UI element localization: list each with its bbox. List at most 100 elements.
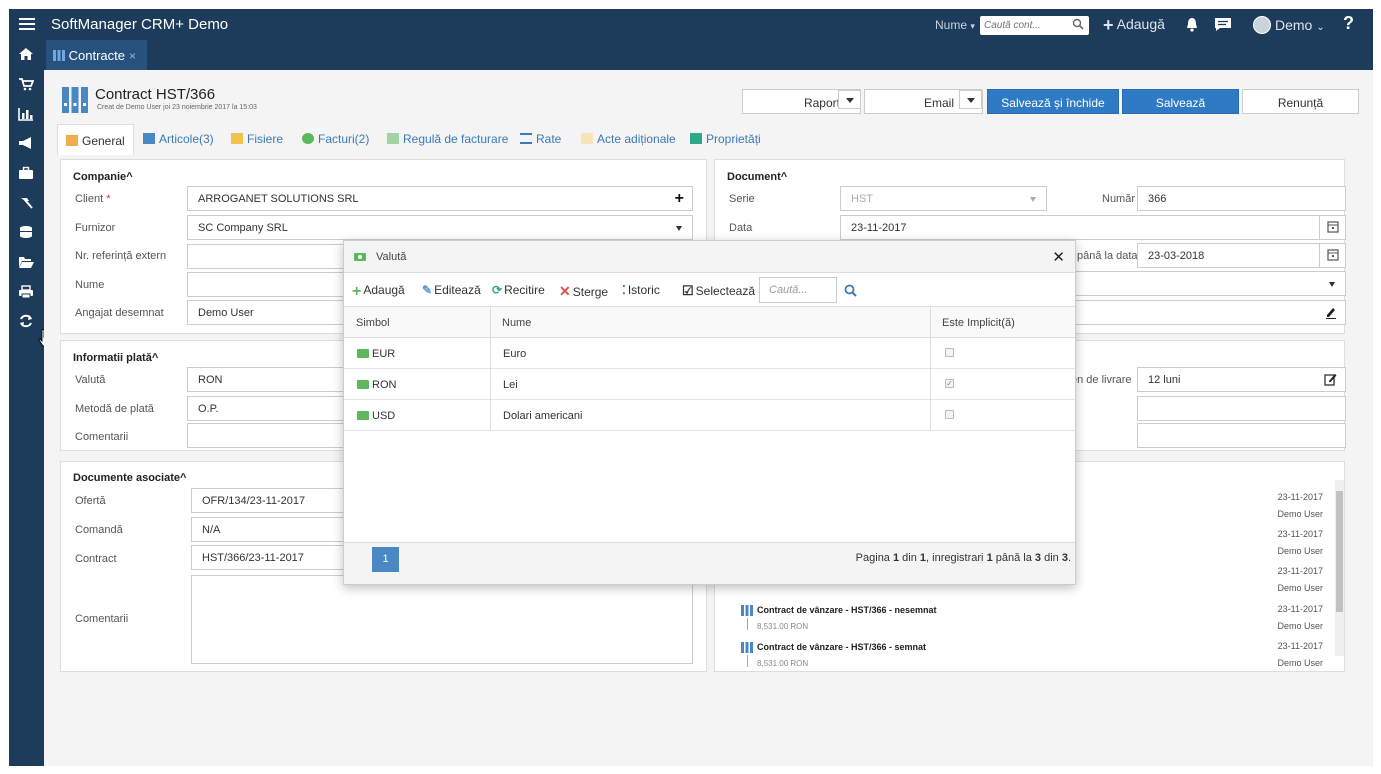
livrare-field-2[interactable] bbox=[1137, 396, 1346, 421]
briefcase-icon[interactable] bbox=[18, 166, 34, 180]
page-1-button[interactable]: 1 bbox=[372, 547, 399, 572]
timeline-line bbox=[747, 655, 748, 667]
edit-icon[interactable] bbox=[1324, 373, 1337, 386]
symbol-cell: EUR bbox=[357, 338, 395, 369]
refresh-icon: ⟳ bbox=[492, 283, 503, 297]
calendar-icon[interactable] bbox=[1319, 244, 1345, 267]
tab-label: General bbox=[82, 134, 125, 148]
history-entry-amount: 8,531.00 RON bbox=[757, 622, 809, 631]
megaphone-icon[interactable] bbox=[18, 136, 34, 150]
print-icon[interactable] bbox=[18, 285, 34, 299]
list-icon bbox=[520, 133, 532, 144]
column-header-implicit[interactable]: Este Implicit(ă) bbox=[930, 307, 1075, 338]
plus-icon: + bbox=[352, 283, 362, 300]
data-input[interactable]: 23-11-2017 bbox=[840, 215, 1346, 240]
history-button[interactable]: ⁚ Istoric bbox=[622, 283, 660, 297]
history-date: 23-11-2017 bbox=[1277, 492, 1323, 502]
search-icon[interactable] bbox=[844, 284, 857, 297]
asociate-section-title[interactable]: Documente asociate^ bbox=[73, 472, 186, 484]
raport-dropdown-toggle[interactable] bbox=[838, 90, 861, 109]
add-button[interactable]: + Adaugă bbox=[352, 283, 405, 301]
tab-fisiere[interactable]: Fisiere bbox=[223, 123, 291, 154]
user-avatar[interactable] bbox=[1253, 16, 1271, 34]
user-menu[interactable]: Demo ⌄ bbox=[1275, 17, 1325, 33]
cancel-button[interactable]: Renunță bbox=[1242, 89, 1359, 114]
notifications-bell-icon[interactable] bbox=[1185, 17, 1199, 32]
serie-select[interactable]: HST bbox=[840, 186, 1047, 211]
tab-label: Fisiere bbox=[247, 132, 284, 146]
companie-section-title[interactable]: Companie^ bbox=[73, 171, 133, 183]
numar-input[interactable]: 366 bbox=[1137, 186, 1346, 211]
edit-button[interactable]: ✎ Editează bbox=[422, 283, 481, 297]
history-entry-title[interactable]: Contract de vânzare - HST/366 - semnat bbox=[757, 642, 926, 652]
hamburger-menu-icon[interactable] bbox=[19, 15, 35, 31]
table-row[interactable]: RON Lei ✓ bbox=[344, 369, 1075, 400]
tab-label: Facturi(2) bbox=[318, 132, 370, 146]
document-section-title[interactable]: Document^ bbox=[727, 171, 787, 183]
sidebar bbox=[9, 40, 44, 766]
column-divider bbox=[930, 307, 931, 431]
comentarii-label: Comentarii bbox=[75, 613, 129, 625]
help-icon[interactable]: ? bbox=[1343, 13, 1354, 34]
symbol-cell: RON bbox=[357, 369, 396, 400]
contract-label: Contract bbox=[75, 553, 117, 565]
page-title: Contract HST/366 bbox=[95, 86, 216, 103]
metoda-plata-label: Metodă de plată bbox=[75, 403, 154, 415]
calendar-icon[interactable] bbox=[1319, 216, 1345, 239]
money-icon bbox=[354, 253, 366, 261]
checkbox-icon: ☑ bbox=[682, 283, 694, 298]
tab-label: Proprietăți bbox=[706, 132, 761, 146]
tab-facturi[interactable]: Facturi(2) bbox=[294, 123, 377, 154]
messages-chat-icon[interactable] bbox=[1214, 17, 1232, 32]
column-header-nume[interactable]: Nume bbox=[490, 307, 930, 338]
add-client-icon[interactable]: + bbox=[675, 191, 684, 207]
comanda-label: Comandă bbox=[75, 524, 123, 536]
table-row[interactable]: EUR Euro bbox=[344, 338, 1075, 369]
money-bag-icon bbox=[302, 133, 314, 144]
tab-label: Articole(3) bbox=[159, 132, 214, 146]
search-scope-label[interactable]: Nume ▾ bbox=[935, 18, 975, 32]
tab-acte-aditionale[interactable]: Acte adiționale bbox=[573, 123, 684, 154]
pana-la-data-input[interactable]: 23-03-2018 bbox=[1137, 243, 1346, 268]
email-dropdown-toggle[interactable] bbox=[959, 90, 982, 109]
client-field[interactable]: ARROGANET SOLUTIONS SRL + bbox=[187, 186, 693, 211]
termen-livrare-field[interactable]: 12 luni bbox=[1137, 367, 1346, 392]
close-tab-icon[interactable]: × bbox=[129, 49, 136, 63]
timeline-line bbox=[747, 618, 748, 630]
folder-open-icon[interactable] bbox=[18, 255, 34, 269]
tab-rate[interactable]: Rate bbox=[512, 123, 569, 154]
home-icon[interactable] bbox=[18, 47, 34, 61]
tab-contracte[interactable]: Contracte × bbox=[46, 40, 147, 70]
column-header-simbol[interactable]: Simbol bbox=[344, 307, 490, 338]
dialog-search-input[interactable]: Caută... bbox=[759, 277, 837, 303]
reload-button[interactable]: ⟳ Recitire bbox=[492, 283, 545, 297]
delete-button[interactable]: ✕ Sterge bbox=[559, 283, 608, 300]
tab-regula-facturare[interactable]: Regulă de facturare bbox=[379, 123, 516, 154]
plata-section-title[interactable]: Informatii plată^ bbox=[73, 352, 158, 364]
chart-icon[interactable] bbox=[18, 107, 34, 121]
hammer-icon[interactable] bbox=[18, 196, 34, 210]
shopping-cart-icon[interactable] bbox=[18, 77, 34, 91]
tab-proprietati[interactable]: Proprietăți bbox=[682, 123, 769, 154]
history-entry-title[interactable]: Contract de vânzare - HST/366 - nesemnat bbox=[757, 605, 937, 615]
history-user: Demo User bbox=[1277, 583, 1323, 593]
comentarii-asociate-textarea[interactable] bbox=[191, 575, 693, 664]
save-and-close-button[interactable]: Salvează și închide bbox=[987, 89, 1119, 114]
created-by-subtitle: Creat de Demo User joi 23 noiembrie 2017… bbox=[97, 104, 257, 111]
furnizor-select[interactable]: SC Company SRL bbox=[187, 215, 693, 240]
sync-icon[interactable] bbox=[18, 314, 34, 328]
close-dialog-icon[interactable]: ✕ bbox=[1052, 248, 1065, 266]
pencil-icon[interactable] bbox=[1325, 306, 1337, 319]
history-scrollbar-thumb[interactable] bbox=[1336, 491, 1343, 612]
search-icon[interactable] bbox=[1072, 18, 1084, 30]
top-bar: SoftManager CRM+ Demo Nume ▾ + Adaugă De… bbox=[9, 9, 1373, 40]
tab-general[interactable]: General bbox=[57, 124, 134, 155]
tab-articole[interactable]: Articole(3) bbox=[135, 123, 222, 154]
livrare-field-3[interactable] bbox=[1137, 423, 1346, 448]
select-button[interactable]: ☑ Selectează bbox=[682, 283, 755, 299]
table-row[interactable]: USD Dolari americani bbox=[344, 400, 1075, 431]
save-button[interactable]: Salvează bbox=[1122, 89, 1239, 114]
database-icon[interactable] bbox=[18, 225, 34, 239]
add-button[interactable]: + Adaugă bbox=[1103, 15, 1165, 36]
data-label: Data bbox=[729, 222, 753, 234]
